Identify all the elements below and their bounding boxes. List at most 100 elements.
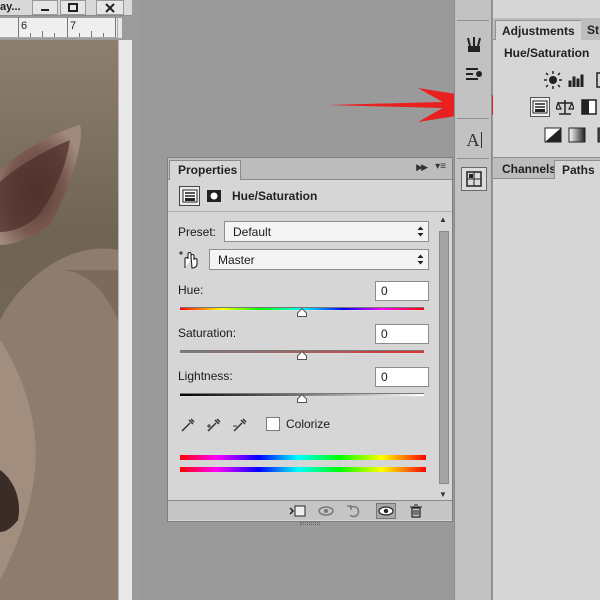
color-balance-button[interactable] <box>555 97 575 117</box>
minimize-icon <box>41 8 49 11</box>
ruler-tick <box>42 31 43 37</box>
brightness-contrast-button[interactable] <box>543 70 563 90</box>
targeted-adjustment-hand-icon[interactable] <box>178 250 200 270</box>
slider-thumb-icon <box>297 308 307 317</box>
properties-title: Hue/Saturation <box>232 189 318 203</box>
invert-button[interactable] <box>543 125 563 145</box>
maximize-button[interactable] <box>60 0 86 15</box>
brush-presets-button[interactable] <box>461 62 487 86</box>
character-button[interactable]: A <box>461 128 487 152</box>
view-previous-icon <box>318 506 334 516</box>
channel-value: Master <box>218 253 255 267</box>
lightness-input[interactable]: 0 <box>375 367 429 387</box>
clip-to-layer-icon <box>289 505 306 517</box>
selective-color-button[interactable] <box>591 125 600 145</box>
channels-tabbar: Channels Paths <box>493 157 600 179</box>
eyedropper-add-button[interactable] <box>204 416 224 434</box>
eyedropper-group <box>178 416 258 434</box>
document-titlebar[interactable]: ay... <box>0 0 132 16</box>
curves-icon <box>596 72 600 88</box>
clip-to-layer-button[interactable] <box>288 503 308 519</box>
adjustment-mode-button[interactable] <box>179 186 200 206</box>
panel-resize-grip[interactable] <box>300 522 320 525</box>
minimize-button[interactable] <box>32 0 58 15</box>
levels-button[interactable] <box>567 70 587 90</box>
output-color-spectrum <box>180 467 426 472</box>
hue-saturation-button[interactable] <box>530 97 550 117</box>
ruler-tick <box>103 33 104 37</box>
preset-dropdown[interactable]: Default <box>224 221 429 242</box>
levels-icon <box>568 74 584 87</box>
properties-header: Hue/Saturation <box>168 180 452 212</box>
lightness-label: Lightness: <box>178 369 233 383</box>
canvas-photo[interactable] <box>0 40 118 600</box>
updown-arrows-icon <box>417 254 424 265</box>
saturation-slider-thumb[interactable] <box>297 351 307 360</box>
maximize-icon <box>68 2 78 12</box>
properties-footer <box>168 500 452 525</box>
eyedropper-subtract-icon <box>233 418 247 432</box>
slider-thumb-icon <box>297 351 307 360</box>
3d-button[interactable] <box>461 167 487 191</box>
eyedropper-add-icon <box>207 418 221 432</box>
colorize-label[interactable]: Colorize <box>286 417 330 431</box>
lightness-slider-thumb[interactable] <box>297 394 307 403</box>
ruler-tick <box>67 17 68 37</box>
updown-arrows-icon <box>417 226 424 237</box>
tab-adjustments[interactable]: Adjustments <box>495 20 582 40</box>
close-button[interactable] <box>96 0 124 15</box>
ruler-label: 7 <box>70 20 77 32</box>
hue-label: Hue: <box>178 283 204 297</box>
color-balance-icon <box>556 100 574 115</box>
saturation-label: Saturation: <box>178 326 237 340</box>
ruler-label: 6 <box>21 20 28 32</box>
scroll-down-icon[interactable]: ▼ <box>439 490 447 499</box>
brush-presets-icon <box>466 68 482 80</box>
toggle-visibility-button[interactable] <box>376 503 396 519</box>
saturation-input[interactable]: 0 <box>375 324 429 344</box>
scroll-up-icon[interactable]: ▲ <box>439 215 447 224</box>
view-previous-button[interactable] <box>316 503 336 519</box>
collapse-icon[interactable]: ▶▶ <box>416 162 428 173</box>
character-icon: A <box>466 129 482 150</box>
properties-vertical-scrollbar[interactable]: ▲ ▼ <box>436 213 451 500</box>
scrollbar-thumb[interactable] <box>439 231 449 484</box>
invert-icon <box>544 127 562 143</box>
black-white-icon <box>581 99 597 115</box>
reset-button[interactable] <box>344 503 364 519</box>
reset-icon <box>347 505 360 518</box>
eyedropper-icon <box>181 418 195 432</box>
delete-button[interactable] <box>406 503 426 519</box>
properties-tabbar: Properties ▶▶ ▾≡ <box>168 158 452 180</box>
hue-slider-thumb[interactable] <box>297 308 307 317</box>
horizontal-ruler[interactable]: 6 7 <box>0 17 122 38</box>
tab-paths[interactable]: Paths <box>554 160 600 179</box>
panel-menu-icon[interactable]: ▾≡ <box>435 162 446 172</box>
selective-color-icon <box>597 127 600 143</box>
adjustments-tabbar: Adjustments St <box>493 18 600 40</box>
mask-mode-button[interactable] <box>203 186 224 206</box>
tab-styles[interactable]: St <box>581 20 600 40</box>
hue-input[interactable]: 0 <box>375 281 429 301</box>
black-white-button[interactable] <box>579 97 599 117</box>
adjustments-heading: Hue/Saturation <box>504 46 590 60</box>
ruler-tick <box>79 33 80 37</box>
tab-channels[interactable]: Channels <box>495 160 563 179</box>
brushes-button[interactable] <box>461 33 487 57</box>
eyedropper-subtract-button[interactable] <box>230 416 250 434</box>
tab-properties[interactable]: Properties <box>169 160 241 180</box>
hue-saturation-icon <box>532 100 548 114</box>
ruler-tick <box>115 17 116 37</box>
strip-divider <box>457 118 489 119</box>
curves-button[interactable] <box>591 70 600 90</box>
channel-dropdown[interactable]: Master <box>209 249 429 270</box>
close-icon <box>105 2 115 13</box>
ruler-tick <box>91 31 92 37</box>
document-vertical-scrollbar[interactable] <box>118 40 132 600</box>
preset-value: Default <box>233 225 272 239</box>
eyedropper-button[interactable] <box>178 416 198 434</box>
gradient-map-button[interactable] <box>567 125 587 145</box>
colorize-checkbox[interactable] <box>266 417 280 431</box>
brightness-icon <box>544 71 562 89</box>
layer-mask-icon <box>206 190 221 202</box>
